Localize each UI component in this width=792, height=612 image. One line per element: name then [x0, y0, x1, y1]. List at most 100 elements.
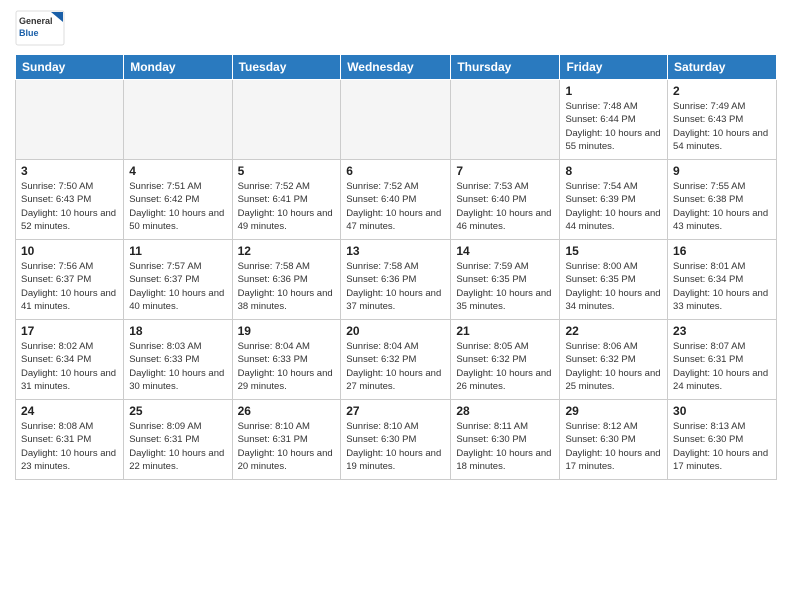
- logo: General Blue: [15, 10, 71, 46]
- logo-svg: General Blue: [15, 10, 65, 46]
- calendar-cell: 18 Sunrise: 8:03 AM Sunset: 6:33 PM Dayli…: [124, 320, 232, 400]
- day-info: Sunrise: 8:10 AM Sunset: 6:31 PM Dayligh…: [238, 420, 336, 473]
- calendar-cell: 19 Sunrise: 8:04 AM Sunset: 6:33 PM Dayli…: [232, 320, 341, 400]
- calendar-cell: 2 Sunrise: 7:49 AM Sunset: 6:43 PM Daylig…: [668, 80, 777, 160]
- day-number: 14: [456, 244, 554, 258]
- weekday-header: Wednesday: [341, 55, 451, 80]
- calendar-cell: [341, 80, 451, 160]
- calendar-cell: 26 Sunrise: 8:10 AM Sunset: 6:31 PM Dayli…: [232, 400, 341, 480]
- calendar-cell: 4 Sunrise: 7:51 AM Sunset: 6:42 PM Daylig…: [124, 160, 232, 240]
- day-info: Sunrise: 7:58 AM Sunset: 6:36 PM Dayligh…: [346, 260, 445, 313]
- day-info: Sunrise: 8:05 AM Sunset: 6:32 PM Dayligh…: [456, 340, 554, 393]
- day-info: Sunrise: 8:11 AM Sunset: 6:30 PM Dayligh…: [456, 420, 554, 473]
- day-number: 20: [346, 324, 445, 338]
- day-number: 21: [456, 324, 554, 338]
- calendar-cell: 22 Sunrise: 8:06 AM Sunset: 6:32 PM Dayli…: [560, 320, 668, 400]
- day-info: Sunrise: 7:48 AM Sunset: 6:44 PM Dayligh…: [565, 100, 662, 153]
- calendar-cell: 9Sunrise: 7:55 AM Sunset: 6:38 PM Daylig…: [668, 160, 777, 240]
- day-info: Sunrise: 7:54 AM Sunset: 6:39 PM Dayligh…: [565, 180, 662, 233]
- day-info: Sunrise: 7:52 AM Sunset: 6:41 PM Dayligh…: [238, 180, 336, 233]
- calendar-cell: 27Sunrise: 8:10 AM Sunset: 6:30 PM Dayli…: [341, 400, 451, 480]
- calendar-header-row: SundayMondayTuesdayWednesdayThursdayFrid…: [16, 55, 777, 80]
- svg-text:General: General: [19, 16, 53, 26]
- calendar-cell: 29 Sunrise: 8:12 AM Sunset: 6:30 PM Dayli…: [560, 400, 668, 480]
- day-number: 9: [673, 164, 771, 178]
- day-info: Sunrise: 7:58 AM Sunset: 6:36 PM Dayligh…: [238, 260, 336, 313]
- calendar-cell: 15Sunrise: 8:00 AM Sunset: 6:35 PM Dayli…: [560, 240, 668, 320]
- calendar-cell: [16, 80, 124, 160]
- day-info: Sunrise: 7:49 AM Sunset: 6:43 PM Dayligh…: [673, 100, 771, 153]
- day-info: Sunrise: 8:12 AM Sunset: 6:30 PM Dayligh…: [565, 420, 662, 473]
- day-number: 10: [21, 244, 118, 258]
- day-info: Sunrise: 8:03 AM Sunset: 6:33 PM Dayligh…: [129, 340, 226, 393]
- calendar-week-row: 10 Sunrise: 7:56 AM Sunset: 6:37 PM Dayli…: [16, 240, 777, 320]
- day-info: Sunrise: 8:10 AM Sunset: 6:30 PM Dayligh…: [346, 420, 445, 473]
- day-number: 19: [238, 324, 336, 338]
- day-number: 22: [565, 324, 662, 338]
- calendar-table: SundayMondayTuesdayWednesdayThursdayFrid…: [15, 54, 777, 480]
- day-number: 8: [565, 164, 662, 178]
- day-number: 29: [565, 404, 662, 418]
- calendar-cell: 3 Sunrise: 7:50 AM Sunset: 6:43 PM Daylig…: [16, 160, 124, 240]
- calendar-cell: [124, 80, 232, 160]
- calendar-cell: 14 Sunrise: 7:59 AM Sunset: 6:35 PM Dayli…: [451, 240, 560, 320]
- calendar-week-row: 17 Sunrise: 8:02 AM Sunset: 6:34 PM Dayli…: [16, 320, 777, 400]
- weekday-header: Saturday: [668, 55, 777, 80]
- calendar-week-row: 1Sunrise: 7:48 AM Sunset: 6:44 PM Daylig…: [16, 80, 777, 160]
- day-number: 4: [129, 164, 226, 178]
- calendar-cell: 5 Sunrise: 7:52 AM Sunset: 6:41 PM Daylig…: [232, 160, 341, 240]
- day-number: 12: [238, 244, 336, 258]
- calendar-cell: 30 Sunrise: 8:13 AM Sunset: 6:30 PM Dayli…: [668, 400, 777, 480]
- calendar-cell: 28 Sunrise: 8:11 AM Sunset: 6:30 PM Dayli…: [451, 400, 560, 480]
- day-number: 16: [673, 244, 771, 258]
- calendar-cell: 6Sunrise: 7:52 AM Sunset: 6:40 PM Daylig…: [341, 160, 451, 240]
- day-info: Sunrise: 8:04 AM Sunset: 6:33 PM Dayligh…: [238, 340, 336, 393]
- header: General Blue: [15, 10, 777, 46]
- day-number: 3: [21, 164, 118, 178]
- calendar-cell: 11 Sunrise: 7:57 AM Sunset: 6:37 PM Dayli…: [124, 240, 232, 320]
- calendar-cell: 23Sunrise: 8:07 AM Sunset: 6:31 PM Dayli…: [668, 320, 777, 400]
- day-number: 11: [129, 244, 226, 258]
- day-number: 7: [456, 164, 554, 178]
- calendar-week-row: 3 Sunrise: 7:50 AM Sunset: 6:43 PM Daylig…: [16, 160, 777, 240]
- day-info: Sunrise: 8:13 AM Sunset: 6:30 PM Dayligh…: [673, 420, 771, 473]
- calendar-cell: 24 Sunrise: 8:08 AM Sunset: 6:31 PM Dayli…: [16, 400, 124, 480]
- day-info: Sunrise: 8:06 AM Sunset: 6:32 PM Dayligh…: [565, 340, 662, 393]
- day-info: Sunrise: 7:51 AM Sunset: 6:42 PM Dayligh…: [129, 180, 226, 233]
- calendar-week-row: 24 Sunrise: 8:08 AM Sunset: 6:31 PM Dayli…: [16, 400, 777, 480]
- calendar-cell: 13 Sunrise: 7:58 AM Sunset: 6:36 PM Dayli…: [341, 240, 451, 320]
- weekday-header: Thursday: [451, 55, 560, 80]
- day-info: Sunrise: 7:56 AM Sunset: 6:37 PM Dayligh…: [21, 260, 118, 313]
- day-number: 25: [129, 404, 226, 418]
- calendar-cell: [451, 80, 560, 160]
- day-info: Sunrise: 7:59 AM Sunset: 6:35 PM Dayligh…: [456, 260, 554, 313]
- day-info: Sunrise: 8:09 AM Sunset: 6:31 PM Dayligh…: [129, 420, 226, 473]
- day-number: 17: [21, 324, 118, 338]
- day-info: Sunrise: 7:50 AM Sunset: 6:43 PM Dayligh…: [21, 180, 118, 233]
- weekday-header: Sunday: [16, 55, 124, 80]
- calendar-cell: 17 Sunrise: 8:02 AM Sunset: 6:34 PM Dayli…: [16, 320, 124, 400]
- day-info: Sunrise: 8:08 AM Sunset: 6:31 PM Dayligh…: [21, 420, 118, 473]
- svg-text:Blue: Blue: [19, 28, 39, 38]
- day-number: 13: [346, 244, 445, 258]
- day-number: 30: [673, 404, 771, 418]
- day-number: 26: [238, 404, 336, 418]
- day-info: Sunrise: 7:57 AM Sunset: 6:37 PM Dayligh…: [129, 260, 226, 313]
- day-number: 23: [673, 324, 771, 338]
- calendar-cell: [232, 80, 341, 160]
- calendar-cell: 20Sunrise: 8:04 AM Sunset: 6:32 PM Dayli…: [341, 320, 451, 400]
- page: General Blue SundayMondayTuesdayWednesday…: [0, 0, 792, 495]
- day-info: Sunrise: 7:53 AM Sunset: 6:40 PM Dayligh…: [456, 180, 554, 233]
- day-info: Sunrise: 8:00 AM Sunset: 6:35 PM Dayligh…: [565, 260, 662, 313]
- day-info: Sunrise: 8:01 AM Sunset: 6:34 PM Dayligh…: [673, 260, 771, 313]
- day-number: 2: [673, 84, 771, 98]
- day-number: 5: [238, 164, 336, 178]
- weekday-header: Tuesday: [232, 55, 341, 80]
- calendar-cell: 16 Sunrise: 8:01 AM Sunset: 6:34 PM Dayli…: [668, 240, 777, 320]
- calendar-cell: 10 Sunrise: 7:56 AM Sunset: 6:37 PM Dayli…: [16, 240, 124, 320]
- calendar-cell: 21 Sunrise: 8:05 AM Sunset: 6:32 PM Dayli…: [451, 320, 560, 400]
- day-number: 28: [456, 404, 554, 418]
- day-number: 24: [21, 404, 118, 418]
- day-info: Sunrise: 8:02 AM Sunset: 6:34 PM Dayligh…: [21, 340, 118, 393]
- day-number: 18: [129, 324, 226, 338]
